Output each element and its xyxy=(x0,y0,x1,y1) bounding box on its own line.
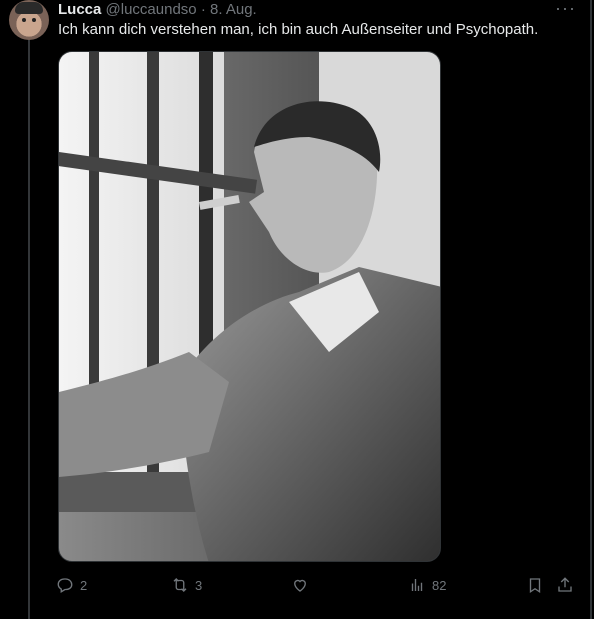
views-icon xyxy=(411,579,423,591)
views-button[interactable]: 82 xyxy=(408,574,446,596)
like-button[interactable] xyxy=(291,574,315,596)
column-divider xyxy=(590,0,592,619)
tweet-actions: 2 3 82 xyxy=(56,574,576,596)
tweet-header: Lucca @luccaundso · 8. Aug. xyxy=(58,1,257,19)
thread-connector-line xyxy=(28,40,30,619)
retweet-button[interactable]: 3 xyxy=(171,574,202,596)
like-icon xyxy=(294,579,306,592)
bookmark-button[interactable] xyxy=(526,574,544,596)
retweet-count: 3 xyxy=(195,577,203,593)
avatar-hat xyxy=(15,2,43,14)
avatar-eye-right xyxy=(32,18,36,22)
display-name[interactable]: Lucca xyxy=(58,1,101,18)
reply-count: 2 xyxy=(80,577,88,593)
avatar-eye-left xyxy=(22,18,26,22)
share-button[interactable] xyxy=(556,574,574,596)
retweet-icon xyxy=(173,578,187,592)
reply-icon xyxy=(57,578,73,593)
views-count: 82 xyxy=(432,577,447,593)
tweet-text: Ich kann dich verstehen man, ich bin auc… xyxy=(58,21,539,38)
header-separator: · xyxy=(200,1,206,18)
more-icon[interactable]: ··· xyxy=(555,0,576,19)
avatar[interactable] xyxy=(9,0,49,40)
photo-illustration xyxy=(59,52,440,561)
tweet-date[interactable]: 8. Aug. xyxy=(210,1,257,18)
reply-button[interactable]: 2 xyxy=(56,574,87,596)
user-handle[interactable]: @luccaundso xyxy=(106,1,197,18)
share-icon xyxy=(558,577,572,592)
bookmark-icon xyxy=(529,578,541,594)
tweet-photo[interactable] xyxy=(58,51,441,562)
